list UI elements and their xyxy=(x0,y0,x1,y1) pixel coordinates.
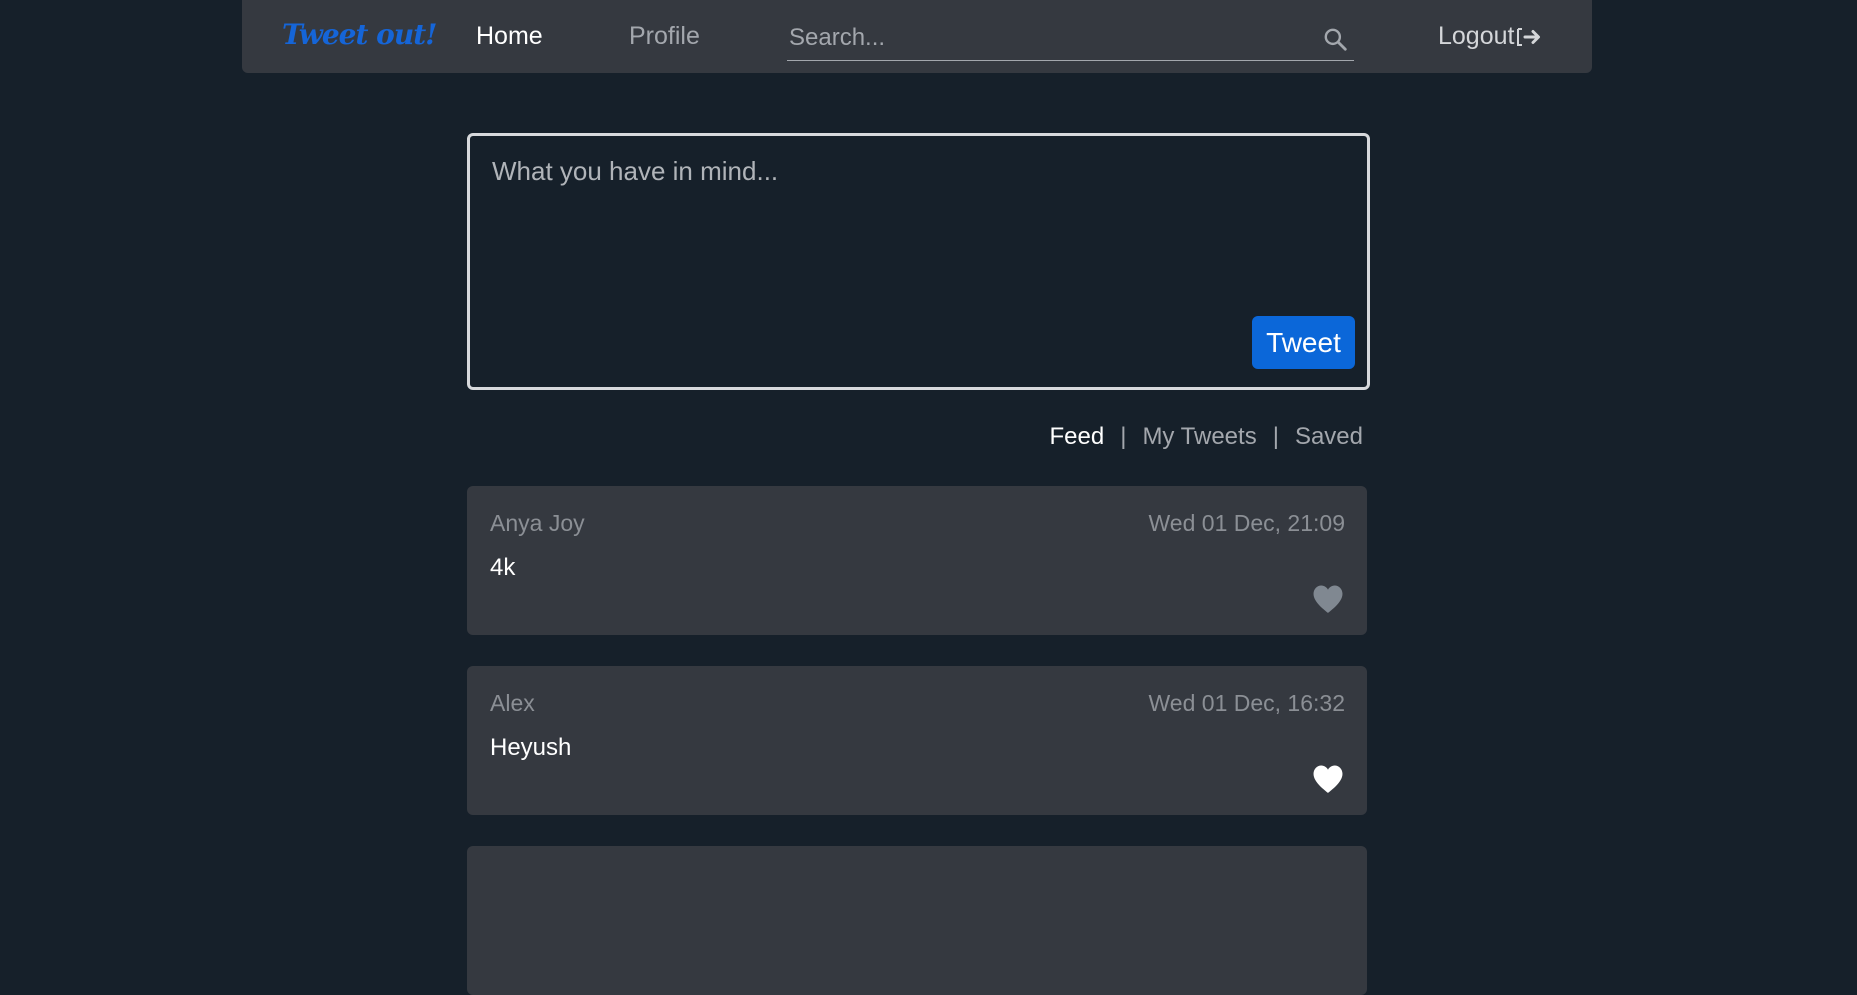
search-icon[interactable] xyxy=(1322,26,1348,52)
nav-profile[interactable]: Profile xyxy=(629,22,700,51)
brand-logo[interactable]: Tweet out! xyxy=(282,18,437,51)
tweet-card xyxy=(467,846,1367,995)
tab-separator: | xyxy=(1272,423,1279,450)
feed-tabs: Feed | My Tweets | Saved xyxy=(1050,423,1364,451)
nav-home[interactable]: Home xyxy=(476,22,543,51)
heart-icon[interactable] xyxy=(1311,584,1345,614)
tweet-author[interactable]: Alex xyxy=(490,690,535,717)
tweet-card: Alex Wed 01 Dec, 16:32 Heyush xyxy=(467,666,1367,815)
tweet-body: 4k xyxy=(490,554,516,581)
tab-feed[interactable]: Feed xyxy=(1050,423,1105,451)
tab-separator: | xyxy=(1120,423,1127,450)
tab-my-tweets[interactable]: My Tweets xyxy=(1142,423,1256,451)
logout-arrow-icon xyxy=(1517,27,1541,46)
search-bar xyxy=(787,18,1354,61)
tab-saved[interactable]: Saved xyxy=(1295,423,1363,451)
tweet-composer: Tweet xyxy=(467,133,1370,390)
tweet-card: Anya Joy Wed 01 Dec, 21:09 4k xyxy=(467,486,1367,635)
tweet-author[interactable]: Anya Joy xyxy=(490,510,585,537)
top-navbar: Tweet out! Home Profile Logout xyxy=(242,0,1592,73)
tweet-textarea[interactable] xyxy=(492,156,1342,286)
tweet-button[interactable]: Tweet xyxy=(1252,316,1355,369)
tweet-date: Wed 01 Dec, 21:09 xyxy=(1148,510,1345,536)
tweet-body: Heyush xyxy=(490,734,572,761)
tweet-date: Wed 01 Dec, 16:32 xyxy=(1148,690,1345,716)
heart-icon[interactable] xyxy=(1311,764,1345,794)
logout-button[interactable]: Logout xyxy=(1438,22,1542,51)
logout-label: Logout xyxy=(1438,22,1515,50)
search-input[interactable] xyxy=(789,22,1289,54)
